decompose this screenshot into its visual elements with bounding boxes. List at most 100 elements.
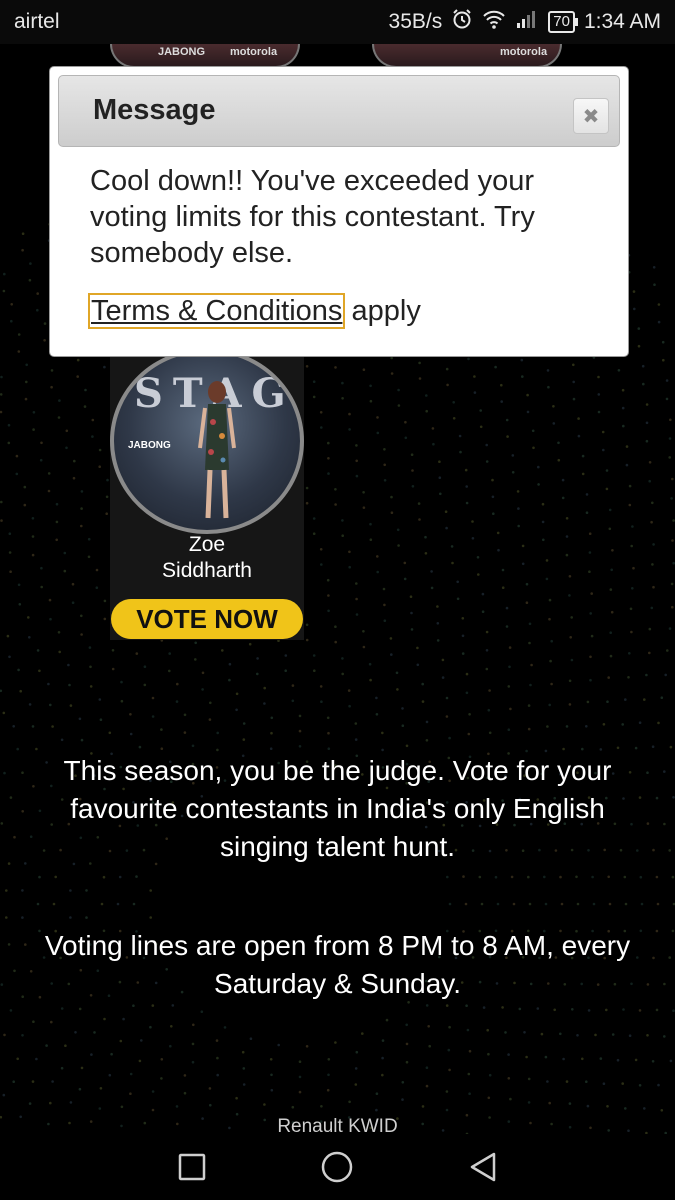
- sponsor-banner[interactable]: Renault KWID: [200, 1110, 475, 1134]
- background-dot: [485, 630, 489, 634]
- background-dot: [652, 543, 655, 546]
- background-dot: [671, 539, 674, 542]
- background-dot: [577, 417, 580, 420]
- background-dot: [0, 1115, 3, 1119]
- background-dot: [132, 1004, 135, 1007]
- background-dot: [597, 393, 601, 396]
- background-dot: [69, 916, 72, 919]
- background-dot: [404, 420, 407, 424]
- background-dot: [256, 657, 259, 660]
- background-dot: [485, 649, 489, 652]
- background-dot: [441, 676, 445, 679]
- background-dot: [548, 617, 551, 621]
- back-triangle-icon[interactable]: [468, 1151, 498, 1183]
- background-dot: [621, 1082, 624, 1085]
- background-dot: [28, 278, 32, 282]
- background-dot: [32, 411, 36, 414]
- background-dot: [2, 1093, 6, 1097]
- background-dot: [76, 358, 80, 362]
- background-dot: [586, 1104, 590, 1108]
- home-circle-icon[interactable]: [320, 1150, 354, 1184]
- background-dot: [585, 493, 589, 496]
- background-dot: [176, 682, 179, 686]
- background-dot: [334, 488, 337, 491]
- background-dot: [628, 484, 632, 488]
- background-dot: [607, 676, 610, 679]
- recents-square-icon[interactable]: [177, 1152, 207, 1182]
- background-dot: [270, 731, 273, 735]
- background-dot: [80, 633, 83, 636]
- background-dot: [36, 649, 40, 652]
- background-dot: [291, 1105, 295, 1109]
- background-dot: [425, 1084, 429, 1088]
- background-dot: [436, 605, 439, 608]
- background-dot: [201, 671, 205, 675]
- background-dot: [43, 339, 46, 342]
- background-dot: [632, 290, 636, 293]
- background-dot: [105, 495, 109, 499]
- signal-icon: [515, 9, 539, 35]
- background-dot: [36, 902, 40, 906]
- background-dot: [631, 525, 634, 528]
- background-dot: [507, 685, 511, 688]
- background-dot: [479, 409, 483, 412]
- background-dot: [485, 667, 489, 671]
- background-dot: [432, 442, 435, 446]
- background-dot: [313, 669, 316, 672]
- background-dot: [607, 1129, 610, 1132]
- vote-now-button[interactable]: VOTE NOW: [111, 599, 303, 639]
- background-dot: [249, 1037, 253, 1040]
- background-dot: [194, 658, 197, 661]
- background-dot: [69, 704, 73, 707]
- contestant-card-peek-left[interactable]: JABONG motorola: [110, 44, 300, 68]
- background-dot: [594, 1033, 597, 1037]
- contestant-photo[interactable]: STAGE JABONG: [110, 348, 304, 534]
- dialog-message: Cool down!! You've exceeded your voting …: [90, 165, 535, 269]
- background-dot: [362, 368, 366, 372]
- background-dot: [625, 445, 629, 448]
- background-dot: [74, 1031, 77, 1034]
- background-dot: [560, 902, 564, 906]
- background-dot: [589, 655, 592, 659]
- background-dot: [397, 388, 400, 392]
- background-dot: [0, 822, 4, 825]
- background-dot: [548, 1101, 551, 1105]
- terms-conditions-link[interactable]: Terms & Conditions: [87, 293, 346, 329]
- background-dot: [369, 384, 372, 388]
- background-dot: [51, 1080, 54, 1083]
- background-dot: [552, 422, 556, 425]
- close-button[interactable]: ✖: [573, 98, 609, 134]
- background-dot: [403, 561, 407, 565]
- contestant-card-peek-right[interactable]: motorola: [372, 44, 562, 68]
- background-dot: [49, 1101, 52, 1105]
- background-dot: [572, 363, 575, 367]
- peek-brand: JABONG: [158, 46, 206, 58]
- background-dot: [241, 1050, 245, 1054]
- background-dot: [76, 375, 79, 378]
- background-dot: [327, 609, 330, 613]
- background-dot: [381, 1039, 385, 1042]
- status-icons: 35B/s 70 1:34 AM: [389, 8, 661, 36]
- background-dot: [15, 454, 19, 458]
- background-dot: [605, 469, 609, 472]
- background-dot: [9, 570, 12, 573]
- background-dot: [633, 307, 636, 311]
- message-dialog: Message ✖ Cool down!! You've exceeded yo…: [49, 66, 629, 357]
- background-dot: [102, 875, 106, 879]
- background-dot: [110, 1052, 113, 1056]
- background-dot: [487, 1052, 490, 1056]
- background-dot: [488, 1116, 491, 1119]
- background-dot: [638, 796, 642, 799]
- background-dot: [568, 575, 572, 578]
- peek-sponsor: motorola: [230, 46, 278, 58]
- background-dot: [63, 569, 67, 573]
- background-dot: [541, 502, 545, 506]
- background-dot: [362, 491, 365, 494]
- background-dot: [52, 902, 56, 906]
- background-dot: [623, 875, 627, 879]
- background-dot: [609, 654, 613, 658]
- background-dot: [208, 1087, 212, 1090]
- background-dot: [216, 1056, 219, 1060]
- background-dot: [576, 1034, 579, 1037]
- background-dot: [13, 969, 16, 973]
